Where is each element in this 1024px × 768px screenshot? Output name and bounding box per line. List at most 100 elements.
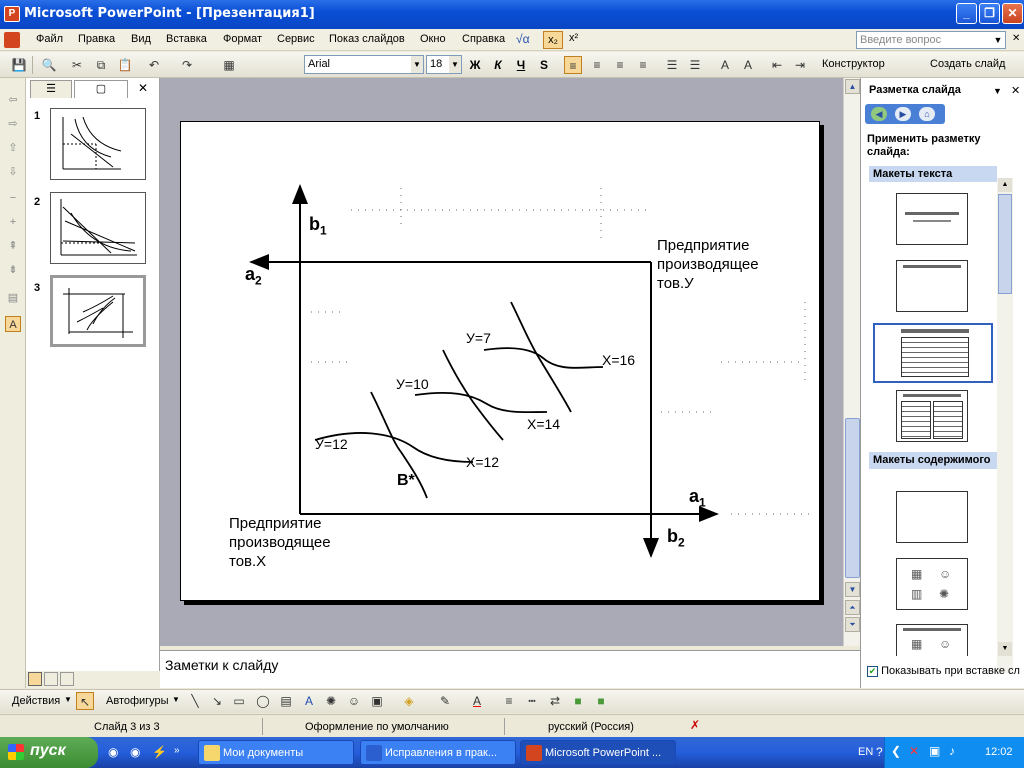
sorter-view-icon[interactable] <box>44 672 58 686</box>
promote-icon[interactable]: ⇦ <box>5 92 21 108</box>
layout-two-columns[interactable] <box>896 390 968 442</box>
increase-indent-icon[interactable]: ⇥ <box>791 56 809 74</box>
expand-all-icon[interactable]: ⇟ <box>5 262 21 278</box>
slide-thumbnail-3[interactable] <box>50 275 146 347</box>
menu-format[interactable]: Формат <box>223 33 262 45</box>
normal-view-icon[interactable] <box>28 672 42 686</box>
layout-title-content[interactable]: ▦ ☺ <box>896 624 968 656</box>
grid-icon[interactable]: ▦ <box>220 56 238 74</box>
arrow-style-icon[interactable]: ⇄ <box>546 692 564 710</box>
shadow-button[interactable]: S <box>535 56 553 74</box>
close-button[interactable]: ✕ <box>1002 3 1023 24</box>
quicklaunch-icon[interactable]: ⚡ <box>152 745 167 759</box>
underline-button[interactable]: Ч <box>512 56 530 74</box>
demote-icon[interactable]: ⇨ <box>5 116 21 132</box>
taskbar-item[interactable]: Мои документы <box>198 740 354 765</box>
close-doc-icon[interactable]: ✕ <box>1012 33 1020 44</box>
collapse-all-icon[interactable]: ⇞ <box>5 238 21 254</box>
task-pane-scrollbar[interactable]: ▲ ▼ <box>997 178 1013 673</box>
justify-icon[interactable]: ≡ <box>634 56 652 74</box>
copy-icon[interactable]: ⧉ <box>92 56 110 74</box>
tab-outline[interactable]: ☰ <box>30 80 72 98</box>
font-name-select[interactable]: Arial ▼ <box>304 55 424 74</box>
help-icon[interactable]: ? <box>876 745 883 759</box>
decrease-indent-icon[interactable]: ⇤ <box>768 56 786 74</box>
shrink-font-icon[interactable]: A <box>739 56 757 74</box>
menu-insert[interactable]: Вставка <box>166 33 207 45</box>
wordart-icon[interactable]: A <box>300 692 318 710</box>
start-button[interactable]: пуск <box>0 737 98 768</box>
scroll-down-icon[interactable]: ▼ <box>845 582 860 597</box>
menu-slideshow[interactable]: Показ слайдов <box>329 33 405 45</box>
vertical-scrollbar[interactable]: ▲ ▼ ⏶ ⏷ <box>843 78 860 646</box>
equation-icon[interactable]: √α <box>516 32 530 46</box>
menu-help[interactable]: Справка <box>462 33 505 45</box>
expand-icon[interactable]: + <box>5 214 21 230</box>
tray-icon[interactable]: ▣ <box>929 744 940 758</box>
subscript-button[interactable]: x₂ <box>543 31 563 49</box>
help-search-input[interactable]: Введите вопрос ▼ <box>856 31 1006 49</box>
next-slide-icon[interactable]: ⏷ <box>845 617 860 632</box>
scroll-thumb[interactable] <box>845 418 860 578</box>
print-preview-icon[interactable]: 🔍 <box>40 56 58 74</box>
oval-icon[interactable]: ◯ <box>254 692 272 710</box>
scroll-up-icon[interactable]: ▲ <box>845 79 860 94</box>
volume-icon[interactable]: ♪ <box>949 744 955 758</box>
notes-area[interactable]: Заметки к слайду <box>160 650 860 688</box>
menu-tools[interactable]: Сервис <box>277 33 315 45</box>
slide-canvas[interactable]: b1 a2 a1 b2 Предприятие производящее тов… <box>180 121 820 601</box>
fill-color-icon[interactable]: ◈ <box>400 692 418 710</box>
slide-thumbnail-2[interactable] <box>50 192 146 264</box>
restore-button[interactable]: ❐ <box>979 3 1000 24</box>
bold-button[interactable]: Ж <box>466 56 484 74</box>
show-formatting-icon[interactable]: A <box>5 316 21 332</box>
menu-file[interactable]: Файл <box>36 33 63 45</box>
checkbox-icon[interactable]: ✔ <box>867 665 878 677</box>
chevron-down-icon[interactable]: ▼ <box>449 56 461 73</box>
close-pane-icon[interactable]: ✕ <box>138 81 148 95</box>
undo-icon[interactable]: ↶ <box>145 56 163 74</box>
line-style-icon[interactable]: ≡ <box>500 692 518 710</box>
designer-button[interactable]: Конструктор <box>822 58 885 70</box>
save-icon[interactable]: 💾 <box>10 56 28 74</box>
quicklaunch-icon[interactable]: ◉ <box>108 745 118 759</box>
summary-slide-icon[interactable]: ▤ <box>5 290 21 306</box>
language-indicator[interactable]: EN <box>858 746 873 758</box>
picture-icon[interactable]: ▣ <box>368 692 386 710</box>
select-pointer-icon[interactable]: ↖ <box>76 692 94 710</box>
spelling-icon[interactable]: ✗ <box>690 718 700 732</box>
powerpoint-icon[interactable]: P <box>4 6 20 22</box>
document-icon[interactable] <box>4 32 20 48</box>
numbering-icon[interactable]: ☰ <box>663 56 681 74</box>
font-size-select[interactable]: 18 ▼ <box>426 55 462 74</box>
menu-edit[interactable]: Правка <box>78 33 115 45</box>
new-slide-button[interactable]: Создать слайд <box>930 58 1005 70</box>
chevron-left-icon[interactable]: ❮ <box>891 744 901 758</box>
scroll-up-icon[interactable]: ▲ <box>998 178 1012 192</box>
slideshow-view-icon[interactable] <box>60 672 74 686</box>
chevron-down-icon[interactable]: ▼ <box>411 56 423 73</box>
menu-window[interactable]: Окно <box>420 33 446 45</box>
layout-blank[interactable] <box>896 491 968 543</box>
show-on-insert-checkbox[interactable]: ✔ Показывать при вставке сл <box>867 665 1020 677</box>
chevron-down-icon[interactable]: ▼ <box>991 32 1005 48</box>
3d-style-icon[interactable]: ■ <box>592 692 610 710</box>
slide-thumbnail-1[interactable] <box>50 108 146 180</box>
arrow-icon[interactable]: ↘ <box>208 692 226 710</box>
bullets-icon[interactable]: ☰ <box>686 56 704 74</box>
home-icon[interactable]: ⌂ <box>919 107 935 121</box>
forward-icon[interactable]: ▶ <box>895 107 911 121</box>
scroll-down-icon[interactable]: ▼ <box>998 642 1012 656</box>
redo-icon[interactable]: ↷ <box>178 56 196 74</box>
chevron-down-icon[interactable]: ▼ <box>64 695 72 704</box>
align-center-icon[interactable]: ≡ <box>588 56 606 74</box>
layout-content[interactable]: ▦ ☺ ▥ ✺ <box>896 558 968 610</box>
scroll-thumb[interactable] <box>998 194 1012 294</box>
textbox-icon[interactable]: ▤ <box>277 692 295 710</box>
minimize-button[interactable]: _ <box>956 3 977 24</box>
tray-icon[interactable]: ✕ <box>909 744 919 758</box>
chevron-down-icon[interactable]: ▼ <box>993 86 1002 96</box>
layout-title[interactable] <box>896 193 968 245</box>
previous-slide-icon[interactable]: ⏶ <box>845 600 860 615</box>
tab-slides[interactable]: ▢ <box>74 80 128 98</box>
